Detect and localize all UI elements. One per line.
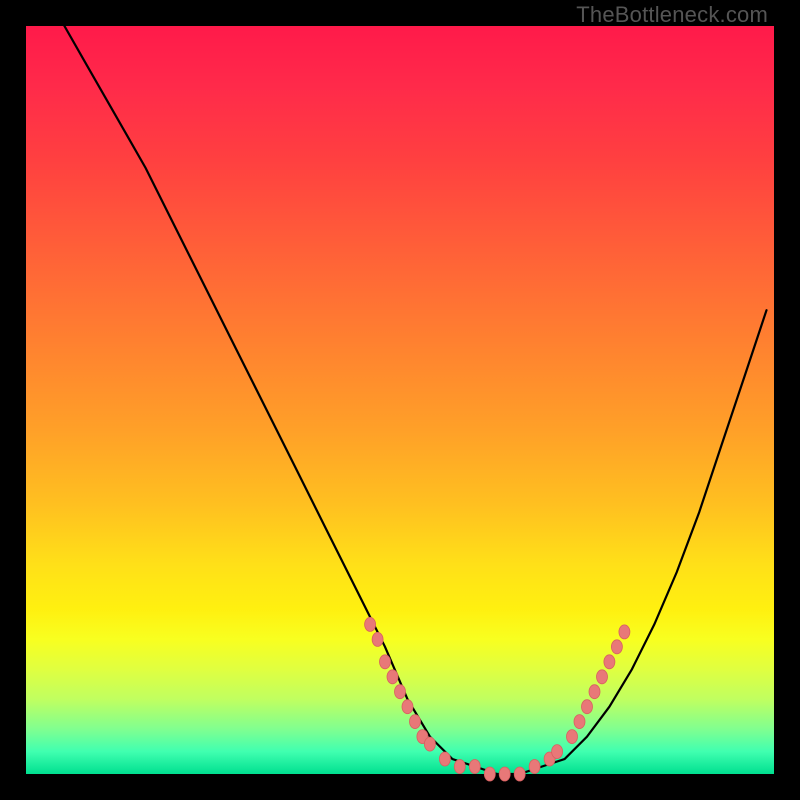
- plot-area: [26, 26, 774, 774]
- data-dot: [410, 715, 421, 729]
- data-dot: [567, 730, 578, 744]
- data-dot: [529, 760, 540, 774]
- data-dot: [454, 760, 465, 774]
- data-dot: [499, 767, 510, 781]
- data-dot: [597, 670, 608, 684]
- data-dot: [469, 760, 480, 774]
- data-dot: [424, 737, 435, 751]
- data-dot: [611, 640, 622, 654]
- data-dot: [484, 767, 495, 781]
- data-dot: [387, 670, 398, 684]
- data-dots: [365, 617, 630, 781]
- data-dot: [514, 767, 525, 781]
- data-dot: [552, 745, 563, 759]
- data-dot: [604, 655, 615, 669]
- data-dot: [582, 700, 593, 714]
- data-dot: [439, 752, 450, 766]
- data-dot: [380, 655, 391, 669]
- data-dot: [574, 715, 585, 729]
- curve-svg: [26, 26, 774, 774]
- data-dot: [395, 685, 406, 699]
- chart-frame: TheBottleneck.com: [0, 0, 800, 800]
- data-dot: [365, 617, 376, 631]
- watermark-text: TheBottleneck.com: [576, 2, 768, 28]
- data-dot: [589, 685, 600, 699]
- data-dot: [402, 700, 413, 714]
- data-dot: [619, 625, 630, 639]
- data-dot: [372, 632, 383, 646]
- bottleneck-curve: [56, 11, 767, 774]
